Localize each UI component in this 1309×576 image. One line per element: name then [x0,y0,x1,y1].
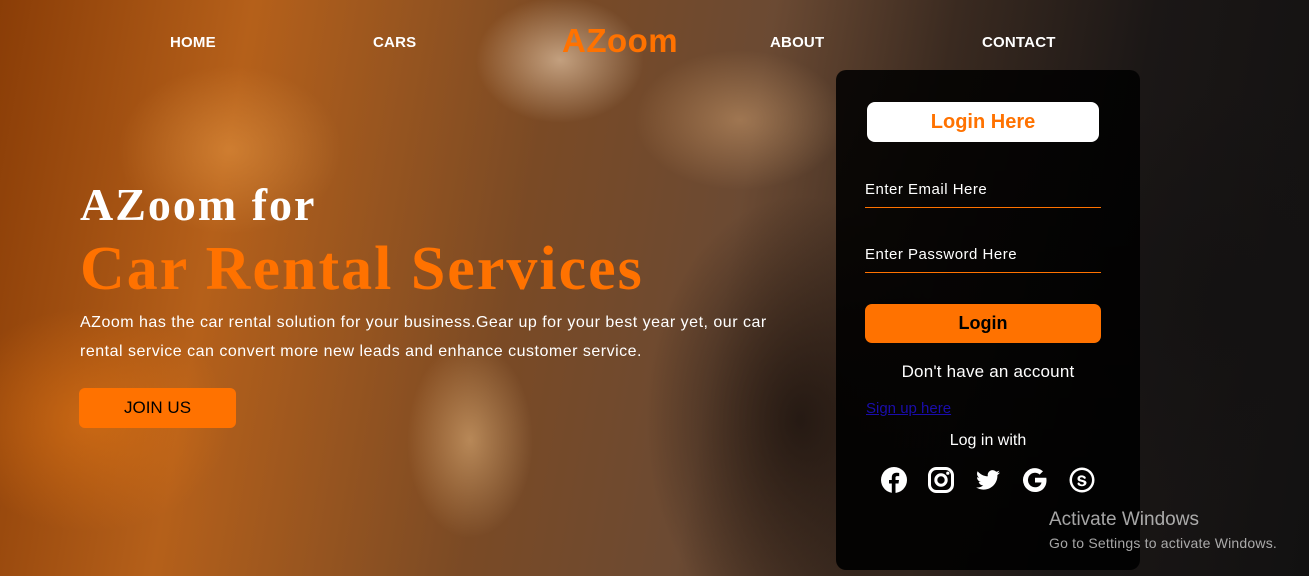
join-us-button[interactable]: JOIN US [79,388,236,428]
social-icons [880,466,1102,496]
hero-title: AZoom for [80,179,317,230]
top-nav: HOME CARS AZoom ABOUT CONTACT [0,0,1309,80]
instagram-icon[interactable] [927,466,955,494]
login-button[interactable]: Login [865,304,1101,343]
hero-subtitle: Car Rental Services [80,235,644,303]
facebook-icon[interactable] [880,466,908,494]
login-with-text: Log in with [949,432,1027,449]
google-icon[interactable] [1021,466,1049,494]
email-input[interactable] [865,172,1101,208]
skype-icon[interactable] [1068,466,1096,494]
activate-windows-title: Activate Windows [1049,509,1199,530]
twitter-icon[interactable] [974,466,1002,494]
activate-windows-subtitle: Go to Settings to activate Windows. [1049,535,1277,551]
login-title: Login Here [867,102,1099,142]
no-account-text: Don't have an account [901,362,1075,381]
nav-about-link[interactable]: ABOUT [770,34,824,51]
nav-cars-link[interactable]: CARS [373,34,416,51]
hero-description: AZoom has the car rental solution for yo… [80,314,767,360]
site-logo[interactable]: AZoom [562,22,678,60]
nav-contact-link[interactable]: CONTACT [982,34,1056,51]
signup-link[interactable]: Sign up here [866,400,951,417]
nav-home-link[interactable]: HOME [170,34,216,51]
password-input[interactable] [865,237,1101,273]
login-card: Login Here Login Don't have an account S… [836,70,1140,570]
